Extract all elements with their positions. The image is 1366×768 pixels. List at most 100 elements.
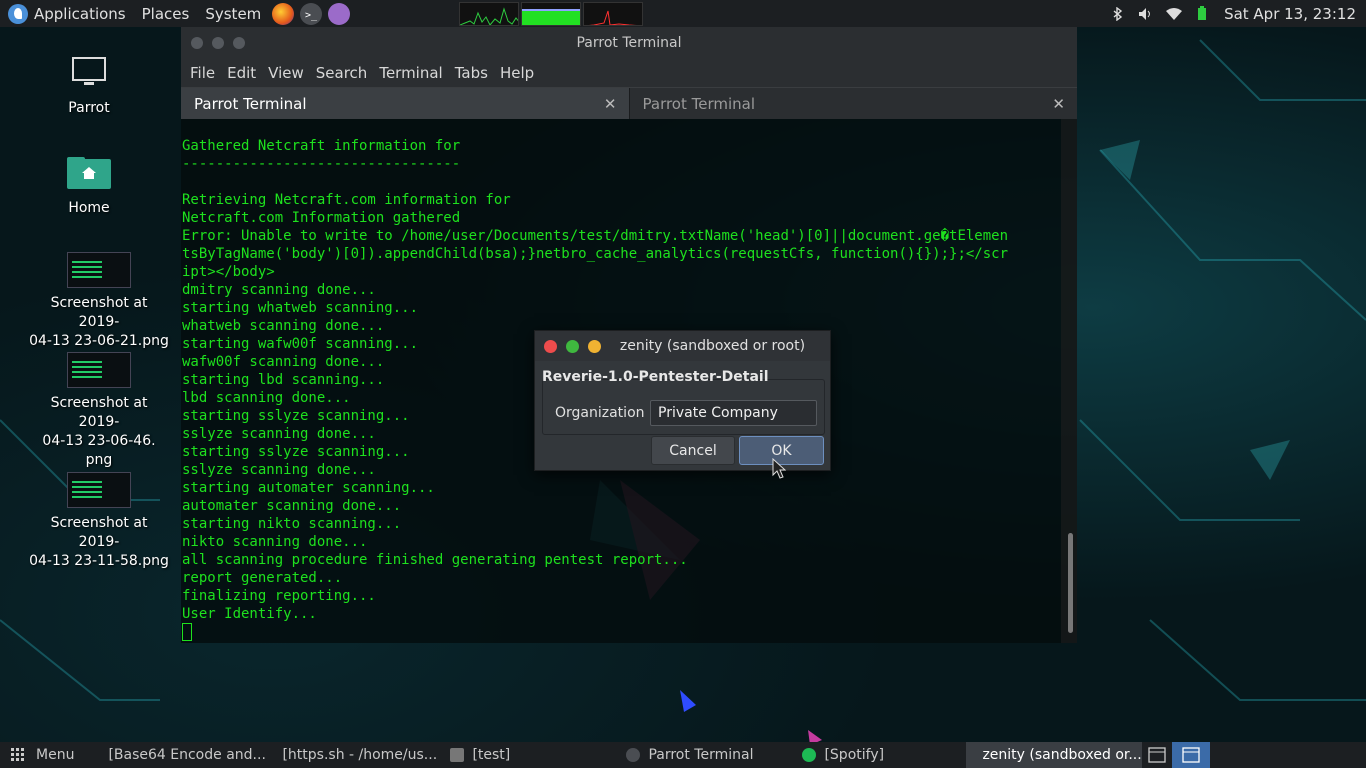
close-dialog-button[interactable] — [544, 339, 557, 353]
organization-label: Organization — [555, 405, 645, 421]
menu-search[interactable]: Search — [310, 64, 374, 82]
menu-view[interactable]: View — [262, 64, 310, 82]
firefox-launcher-icon[interactable] — [272, 2, 295, 25]
terminal-line: starting whatweb scanning... — [182, 300, 419, 316]
dialog-titlebar[interactable]: zenity (sandboxed or root) — [535, 331, 830, 361]
terminal-menubar: File Edit View Search Terminal Tabs Help — [181, 59, 1077, 87]
volume-icon[interactable] — [1138, 6, 1154, 22]
network-graph — [583, 1, 644, 26]
terminal-prompt-icon: >_ — [305, 10, 318, 21]
tab-parrot-terminal-1[interactable]: Parrot Terminal ✕ — [181, 88, 629, 119]
menu-terminal[interactable]: Terminal — [373, 64, 448, 82]
battery-icon[interactable] — [1194, 6, 1210, 22]
image-thumbnail-icon — [67, 472, 131, 508]
mouse-pointer-icon — [772, 458, 786, 479]
menu-edit[interactable]: Edit — [221, 64, 262, 82]
desktop-icon-label-line1: Screenshot at 2019- — [50, 515, 148, 550]
task-editor[interactable]: [https.sh - /home/us... — [266, 742, 442, 768]
terminal-line: User Identify... — [182, 606, 317, 622]
desktop-icon-screenshot-2[interactable]: Screenshot at 2019- 04-13 23-06-46. png — [29, 352, 169, 470]
menu-file[interactable]: File — [184, 64, 221, 82]
home-folder-icon — [67, 157, 111, 189]
terminal-line: starting nikto scanning... — [182, 516, 402, 532]
task-file-manager[interactable]: [test] — [442, 742, 618, 768]
workspace-icon — [1148, 747, 1167, 763]
tab-label: Parrot Terminal — [642, 94, 756, 113]
clock[interactable]: Sat Apr 13, 23:12 — [1216, 0, 1366, 27]
parrot-logo-icon — [8, 3, 28, 24]
terminal-line: Gathered Netcraft information for — [182, 138, 461, 154]
applications-label: Applications — [34, 4, 126, 23]
terminal-line: starting automater scanning... — [182, 480, 435, 496]
desktop-icon-label-line1: Screenshot at 2019- — [50, 295, 148, 330]
main-menu-button[interactable]: Menu — [0, 742, 82, 768]
desktop-icon-label-line2: 04-13 23-06-21.png — [29, 333, 169, 349]
desktop-icon-home[interactable]: Home — [19, 157, 159, 218]
tab-label: Parrot Terminal — [194, 94, 307, 113]
svg-text:>_: >_ — [305, 10, 318, 21]
terminal-line: Netcraft.com Information gathered — [182, 210, 461, 226]
bluetooth-icon[interactable] — [1110, 6, 1126, 22]
desktop-icon-label: Parrot — [68, 100, 110, 116]
scrollbar-thumb[interactable] — [1068, 533, 1073, 633]
terminal-line: finalizing reporting... — [182, 588, 376, 604]
terminal-scrollbar[interactable] — [1061, 119, 1077, 643]
wifi-icon[interactable] — [1166, 6, 1183, 22]
task-spotify[interactable]: [Spotify] — [794, 742, 966, 768]
close-tab-icon[interactable]: ✕ — [604, 95, 617, 113]
task-parrot-terminal[interactable]: Parrot Terminal — [618, 742, 794, 768]
close-tab-icon[interactable]: ✕ — [1052, 95, 1065, 113]
maximize-window-button[interactable] — [233, 37, 245, 49]
task-label: [Spotify] — [824, 747, 885, 763]
zenity-dialog[interactable]: zenity (sandboxed or root) Reverie-1.0-P… — [534, 330, 831, 471]
task-firefox[interactable]: [Base64 Encode and... — [92, 742, 266, 768]
tab-parrot-terminal-2[interactable]: Parrot Terminal ✕ — [628, 88, 1077, 119]
desktop-icon-label-line1: Screenshot at 2019- — [50, 395, 148, 430]
spotify-icon — [802, 748, 817, 762]
terminal-launcher-icon[interactable]: >_ — [300, 2, 323, 25]
task-label: Parrot Terminal — [648, 747, 754, 763]
organization-input[interactable] — [650, 400, 817, 426]
maximize-dialog-button[interactable] — [566, 339, 579, 353]
close-window-button[interactable] — [191, 37, 203, 49]
text-editor-launcher-icon[interactable] — [328, 2, 351, 25]
workspace-switcher-2[interactable] — [1172, 742, 1211, 768]
workspace-switcher-1[interactable] — [1142, 742, 1172, 768]
memory-graph — [521, 1, 582, 26]
bottom-panel: Menu [Base64 Encode and... [https.sh - /… — [0, 742, 1366, 768]
task-label: zenity (sandboxed or... — [982, 747, 1142, 763]
terminal-line: Error: Unable to write to /home/user/Doc… — [182, 228, 1009, 244]
menu-label: Menu — [36, 747, 75, 763]
image-thumbnail-icon — [67, 252, 131, 288]
desktop-icon-label-line3: png — [85, 452, 113, 468]
system-monitor-applet[interactable] — [457, 1, 644, 26]
terminal-line: dmitry scanning done... — [182, 282, 376, 298]
menu-tabs[interactable]: Tabs — [449, 64, 494, 82]
desktop-icon-screenshot-1[interactable]: Screenshot at 2019- 04-13 23-06-21.png — [29, 252, 169, 351]
task-label: [test] — [472, 747, 511, 763]
menu-help[interactable]: Help — [494, 64, 540, 82]
system-menu[interactable]: System — [197, 0, 269, 27]
terminal-line: report generated... — [182, 570, 343, 586]
terminal-titlebar[interactable]: Parrot Terminal — [181, 27, 1077, 59]
places-menu[interactable]: Places — [134, 0, 198, 27]
cpu-graph — [459, 1, 520, 26]
minimize-window-button[interactable] — [212, 37, 224, 49]
terminal-line: ipt></body> — [182, 264, 275, 280]
terminal-line: all scanning procedure finished generati… — [182, 552, 688, 568]
terminal-tab-bar: Parrot Terminal ✕ Parrot Terminal ✕ — [181, 87, 1077, 119]
app-grid-icon — [11, 748, 24, 761]
desktop-icon-parrot[interactable]: Parrot — [19, 56, 159, 118]
task-label: [Base64 Encode and... — [108, 747, 266, 763]
desktop-icon-label: Home — [68, 200, 110, 216]
desktop-icon-screenshot-3[interactable]: Screenshot at 2019- 04-13 23-11-58.png — [29, 472, 169, 571]
task-zenity[interactable]: zenity (sandboxed or... — [966, 742, 1143, 768]
terminal-line: tsByTagName('body')[0]).appendChild(bsa)… — [182, 246, 1009, 262]
dialog-heading: Reverie-1.0-Pentester-Detail — [542, 369, 769, 385]
applications-menu[interactable]: Applications — [0, 0, 134, 27]
desktop-icon-label-line2: 04-13 23-06-46. — [42, 433, 156, 449]
cancel-button[interactable]: Cancel — [651, 436, 735, 465]
task-label: [https.sh - /home/us... — [282, 747, 438, 763]
terminal-line: nikto scanning done... — [182, 534, 368, 550]
